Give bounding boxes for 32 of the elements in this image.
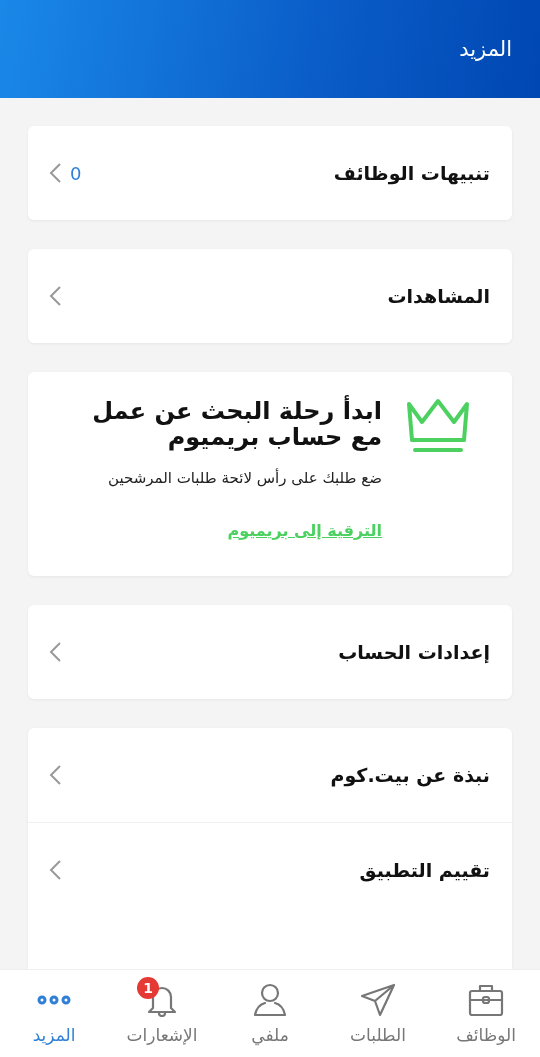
- menu-row[interactable]: إعدادات الحساب: [28, 604, 512, 699]
- menu-row[interactable]: نبذة عن بيت.كوم: [28, 727, 512, 822]
- chevron-icon: [48, 640, 62, 663]
- menu-label: تنبيهات الوظائف: [332, 162, 491, 184]
- page-title: المزيد: [459, 37, 512, 61]
- premium-description: ضع طلبك على رأس لائحة طلبات المرشحين: [108, 468, 382, 487]
- notification-badge: 1: [137, 976, 159, 999]
- briefcase-icon: [468, 982, 504, 1017]
- nav-tab[interactable]: ملفي: [216, 970, 324, 1057]
- tab-label: الإشعارات: [126, 1024, 198, 1045]
- chevron-icon: [48, 285, 62, 307]
- count-label: 0: [70, 162, 82, 184]
- nav-tab[interactable]: الطلبات: [324, 970, 432, 1057]
- tab-label: الطلبات: [350, 1024, 406, 1045]
- menu-label: تقييم التطبيق: [358, 858, 491, 881]
- menu-row[interactable]: المشاهدات: [28, 249, 512, 343]
- nav-tab[interactable]: الوظائف: [432, 970, 540, 1057]
- menu-label: نبذة عن بيت.كوم: [329, 763, 491, 786]
- chevron-icon: [48, 858, 62, 881]
- nav-tab[interactable]: المزيد: [0, 970, 108, 1057]
- chevron-icon: [48, 763, 62, 786]
- chevron-icon: [48, 162, 62, 184]
- more-icon: [36, 994, 72, 1005]
- crown-icon: [406, 398, 470, 454]
- tab-label: ملفي: [251, 1024, 289, 1045]
- menu-label: المشاهدات: [386, 285, 491, 307]
- tab-label: الوظائف: [456, 1024, 516, 1045]
- paper-plane-icon: [360, 982, 396, 1017]
- user-icon: [252, 982, 288, 1017]
- menu-row[interactable]: تقييم التطبيق: [28, 821, 512, 917]
- tab-label: المزيد: [32, 1024, 76, 1045]
- menu-label: إعدادات الحساب: [337, 640, 491, 663]
